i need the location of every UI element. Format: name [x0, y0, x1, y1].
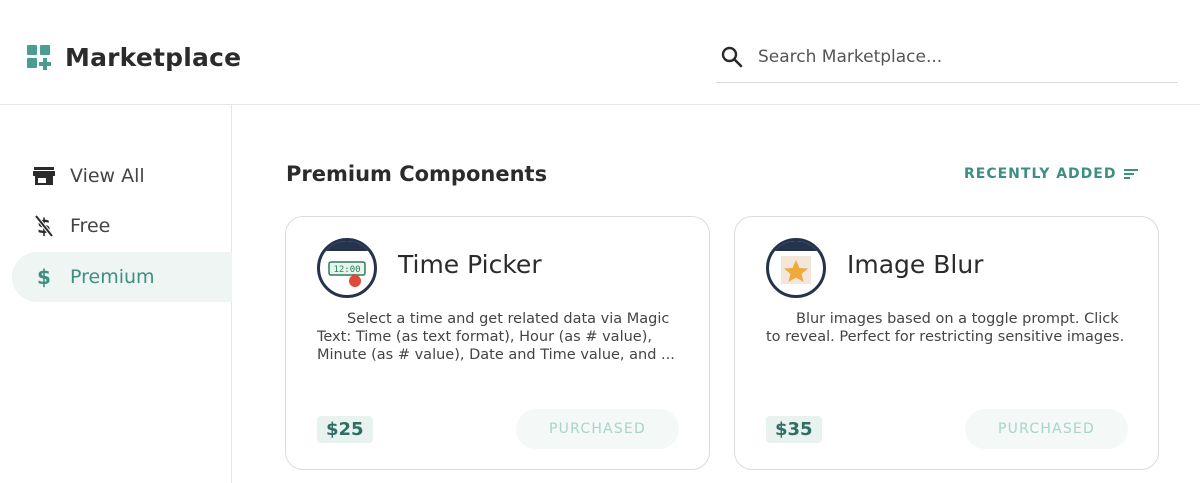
svg-text:12:00: 12:00: [333, 265, 360, 275]
time-picker-icon: 12:00: [317, 238, 377, 298]
search-input[interactable]: [758, 44, 1158, 70]
sidebar-item-label: View All: [70, 165, 145, 187]
store-icon: [32, 164, 56, 188]
no-dollar-icon: $: [32, 214, 56, 238]
top-header: Marketplace: [0, 0, 1200, 105]
page-title: Marketplace: [65, 43, 242, 72]
sidebar-item-free[interactable]: $ Free: [12, 201, 232, 251]
sidebar-item-label: Premium: [70, 266, 155, 288]
sidebar-item-premium[interactable]: $ Premium: [12, 252, 232, 302]
card-title: Time Picker: [398, 250, 542, 279]
sidebar-item-label: Free: [70, 215, 111, 237]
search-icon: [721, 46, 743, 68]
brand[interactable]: Marketplace: [27, 44, 241, 72]
sidebar: View All $ Free $ Premium: [0, 105, 232, 483]
component-card[interactable]: Image Blur Blur images based on a toggle…: [734, 216, 1159, 470]
sort-button[interactable]: RECENTLY ADDED: [964, 166, 1140, 182]
card-title: Image Blur: [847, 250, 984, 279]
search-bar[interactable]: [716, 38, 1178, 83]
card-description: Blur images based on a toggle prompt. Cl…: [766, 311, 1125, 345]
sort-label: RECENTLY ADDED: [964, 166, 1117, 182]
sidebar-item-view-all[interactable]: View All: [12, 151, 232, 201]
section-title: Premium Components: [286, 162, 548, 186]
svg-text:$: $: [37, 265, 51, 289]
star-image-icon: [766, 238, 826, 298]
component-card[interactable]: 12:00 Time Picker Select a time and get …: [285, 216, 710, 470]
sort-icon: [1124, 168, 1140, 180]
purchased-button[interactable]: PURCHASED: [516, 409, 679, 449]
marketplace-add-icon: [27, 45, 51, 71]
price-badge: $35: [766, 416, 822, 443]
card-description: Select a time and get related data via M…: [317, 311, 675, 363]
price-badge: $25: [317, 416, 373, 443]
dollar-icon: $: [32, 265, 56, 289]
purchased-button[interactable]: PURCHASED: [965, 409, 1128, 449]
